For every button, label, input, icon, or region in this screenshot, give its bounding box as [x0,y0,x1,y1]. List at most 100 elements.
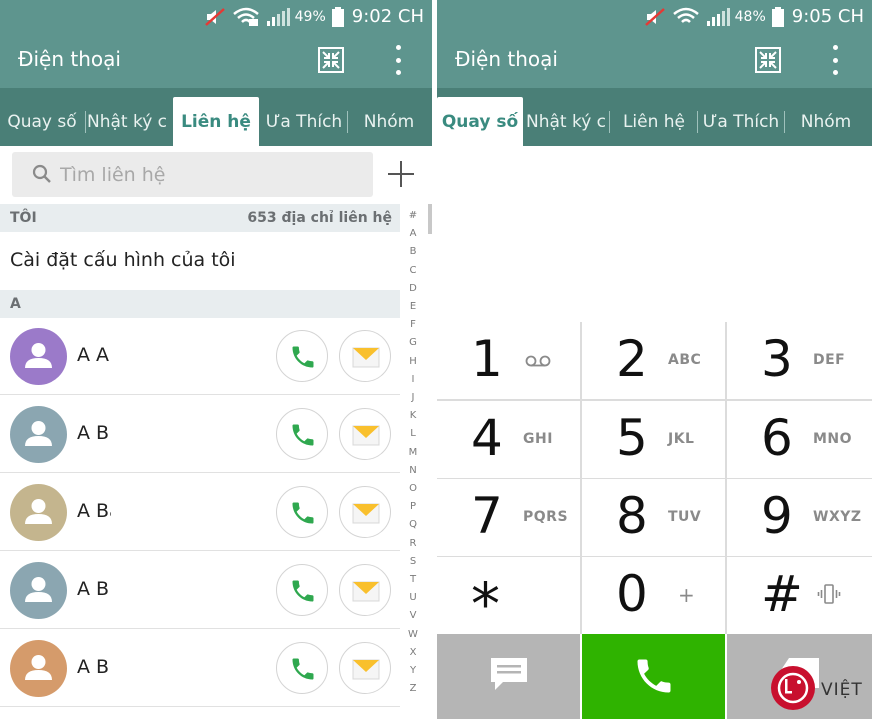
mute-icon [644,7,665,26]
alphabet-index-letter[interactable]: M [402,447,424,458]
dial-key-digit: 1 [471,330,503,388]
contact-name: A B [77,656,110,678]
alphabet-index-letter[interactable]: S [402,556,424,567]
alphabet-index-letter[interactable]: X [402,647,424,658]
dial-key[interactable]: 0 + [582,557,725,634]
dial-key[interactable]: 1 [437,322,580,399]
alphabet-index-letter[interactable]: A [402,228,424,239]
more-options-icon[interactable] [831,45,839,75]
call-contact-button[interactable] [276,408,328,460]
message-contact-button[interactable] [339,564,391,616]
search-box[interactable] [12,152,373,197]
alphabet-index-letter[interactable]: J [402,392,424,403]
dial-key[interactable]: 7 PQRS [437,479,580,556]
alphabet-index-letter[interactable]: Z [402,683,424,694]
alphabet-index-letter[interactable]: W [402,629,424,640]
status-time: 9:02 CH [351,6,424,27]
tab-favorites[interactable]: Ưa Thích [262,97,346,146]
contact-row[interactable]: A A [0,318,400,395]
dial-key-letters: ABC [668,352,702,368]
alphabet-index-letter[interactable]: # [402,210,424,221]
avatar[interactable] [10,484,67,541]
alphabet-index-letter[interactable]: N [402,465,424,476]
tab-dial[interactable]: Quay số [0,97,84,146]
dial-key-digit: * [471,570,500,638]
tab-call-log[interactable]: Nhật ký c [526,97,606,146]
alphabet-index-letter[interactable]: D [402,283,424,294]
call-contact-button[interactable] [276,486,328,538]
alphabet-index-letter[interactable]: B [402,246,424,257]
tab-bar: Quay số Nhật ký c Liên hệ Ưa Thích Nhóm [437,88,872,146]
dial-key-letters: TUV [668,509,702,525]
alphabet-index-letter[interactable]: Y [402,665,424,676]
contact-row[interactable]: A B [0,396,400,473]
send-message-button[interactable] [437,634,580,719]
tab-contacts[interactable]: Liên hệ [173,97,259,146]
message-contact-button[interactable] [339,330,391,382]
avatar[interactable] [10,562,67,619]
phone-icon [637,659,671,693]
alphabet-index-letter[interactable]: F [402,319,424,330]
alphabet-index-letter[interactable]: G [402,337,424,348]
call-contact-button[interactable] [276,642,328,694]
tab-call-log[interactable]: Nhật ký c [87,97,167,146]
signal-icon [266,7,290,26]
alphabet-index-letter[interactable]: E [402,301,424,312]
dial-key[interactable]: 4 GHI [437,401,580,478]
call-contact-button[interactable] [276,564,328,616]
alphabet-index-letter[interactable]: I [402,374,424,385]
alphabet-index-letter[interactable]: H [402,356,424,367]
tab-groups[interactable]: Nhóm [787,97,865,146]
avatar[interactable] [10,640,67,697]
dial-key[interactable]: 3 DEF [727,322,872,399]
alphabet-index-letter[interactable]: T [402,574,424,585]
alphabet-index-letter[interactable]: P [402,501,424,512]
contact-row[interactable]: A B [0,552,400,629]
alphabet-index-letter[interactable]: V [402,610,424,621]
alphabet-index-letter[interactable]: U [402,592,424,603]
message-contact-button[interactable] [339,486,391,538]
dial-key[interactable]: 5 JKL [582,401,725,478]
call-button[interactable] [582,634,725,719]
call-contact-button[interactable] [276,330,328,382]
add-contact-icon[interactable] [386,159,416,189]
avatar[interactable] [10,406,67,463]
alphabet-index-letter[interactable]: L [402,428,424,439]
alphabet-index-letter[interactable]: R [402,538,424,549]
tab-bar: Quay số Nhật ký c Liên hệ Ưa Thích Nhóm [0,88,432,146]
collapse-icon[interactable] [318,47,344,73]
section-label-a: A [10,296,21,312]
contact-row[interactable]: A B [0,630,400,707]
message-contact-button[interactable] [339,408,391,460]
collapse-icon[interactable] [755,47,781,73]
section-header-a: A [0,290,400,318]
alphabet-index-letter[interactable]: C [402,265,424,276]
my-profile-row[interactable]: Cài đặt cấu hình của tôi [0,232,400,290]
status-time: 9:05 CH [791,6,864,27]
alphabet-index[interactable]: # A B C D E F G H I J K L M N O P Q R S T U V W X Y Z [402,210,424,706]
dial-key[interactable]: * [437,557,580,634]
alphabet-index-letter[interactable]: Q [402,519,424,530]
tab-dial[interactable]: Quay số [437,97,523,146]
dial-key[interactable]: 8 TUV [582,479,725,556]
status-bar: 49% 9:02 CH [0,0,432,33]
search-input[interactable] [60,152,360,197]
contact-row[interactable]: A Ba [0,474,400,551]
alphabet-index-letter[interactable]: K [402,410,424,421]
dial-key[interactable]: 2 ABC [582,322,725,399]
tab-groups[interactable]: Nhóm [350,97,428,146]
envelope-icon [352,347,380,368]
avatar[interactable] [10,328,67,385]
tab-contacts[interactable]: Liên hệ [613,97,695,146]
app-title: Điện thoại [455,47,558,71]
message-contact-button[interactable] [339,642,391,694]
dial-key-letters: JKL [668,431,695,447]
alphabet-index-letter[interactable]: O [402,483,424,494]
dialed-number-display [437,146,872,322]
section-label-me: TÔI [10,210,37,226]
dial-key[interactable]: 9 WXYZ [727,479,872,556]
tab-favorites[interactable]: Ưa Thích [699,97,783,146]
more-options-icon[interactable] [394,45,402,75]
dial-key[interactable]: 6 MNO [727,401,872,478]
dial-key[interactable]: # [727,557,872,634]
